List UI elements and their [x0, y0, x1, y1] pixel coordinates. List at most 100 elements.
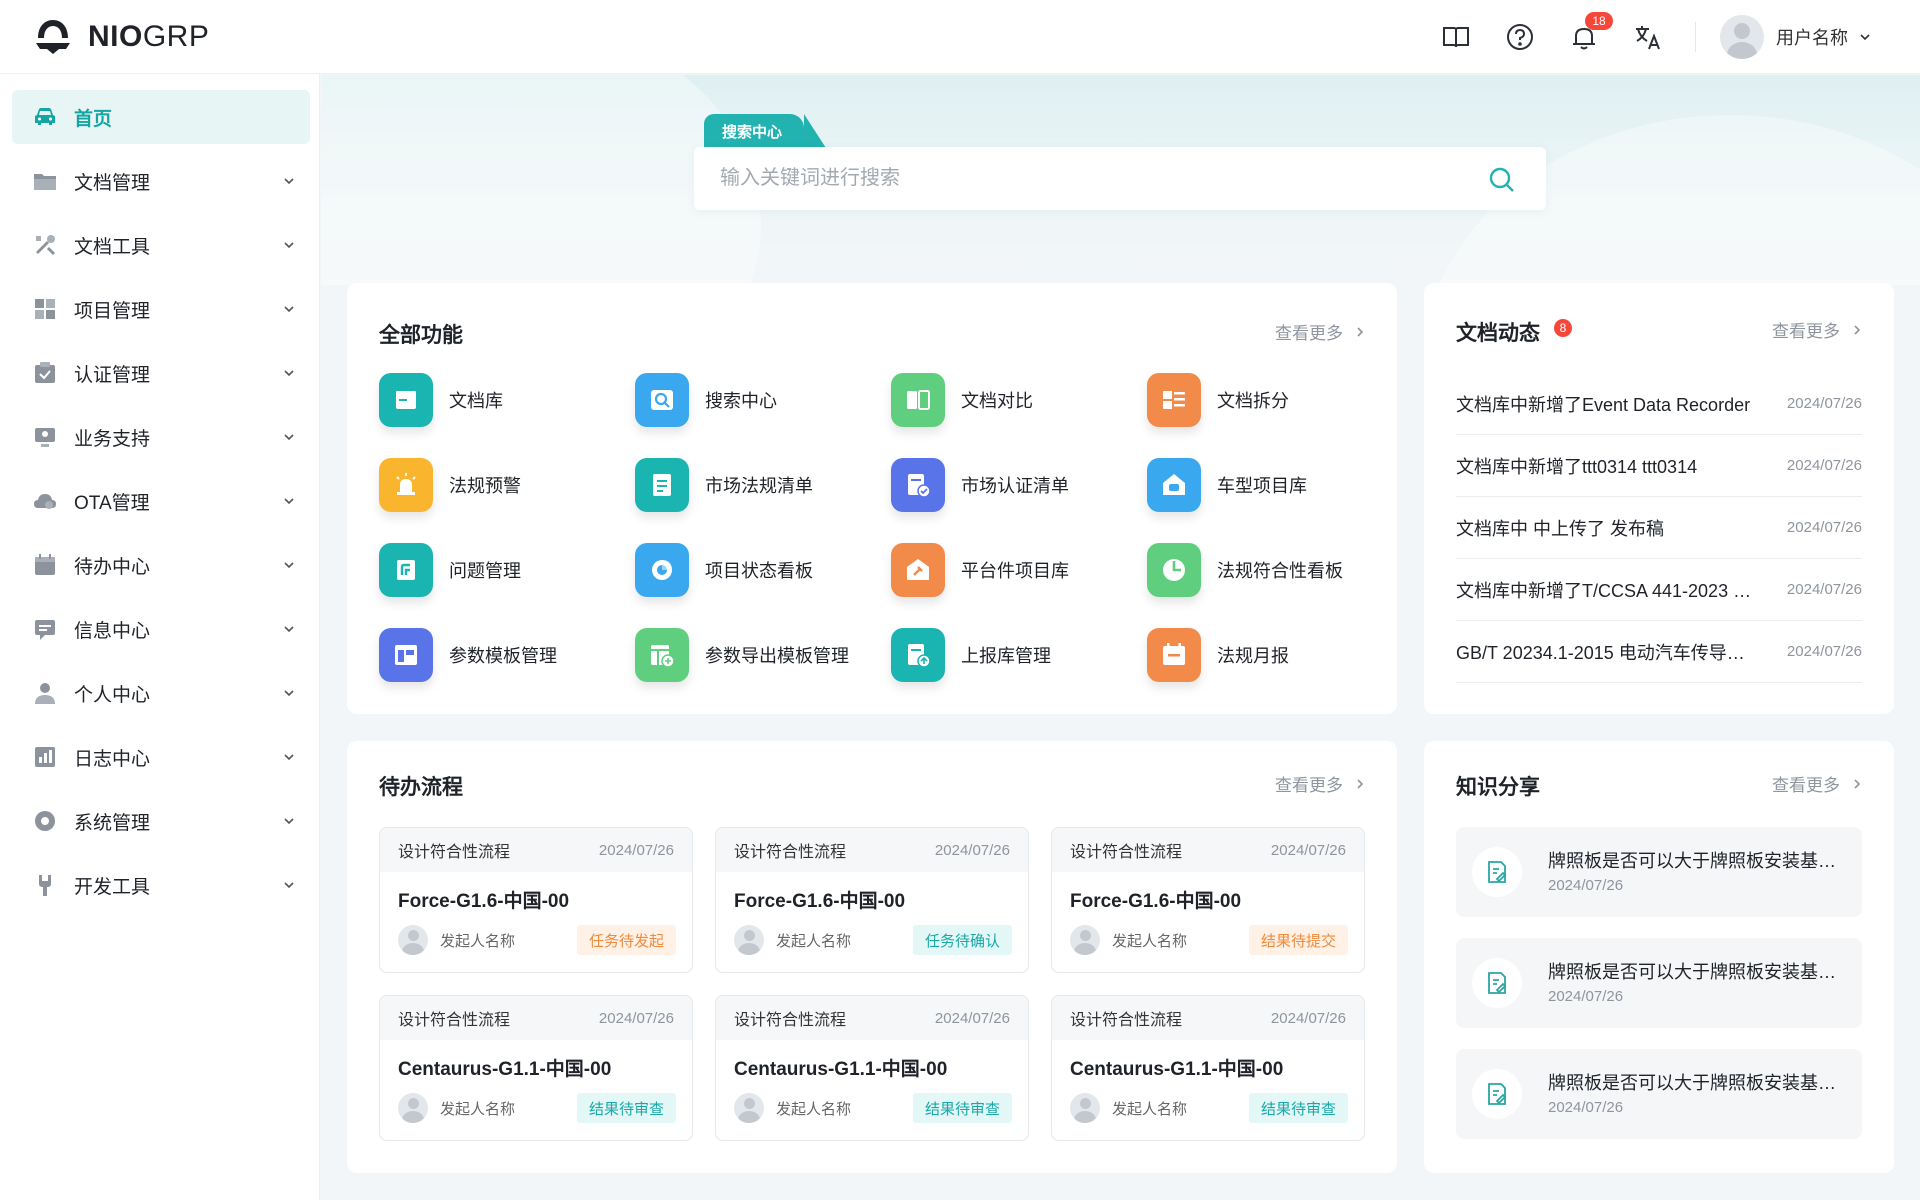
flow-name: Centaurus-G1.1-中国-00: [1070, 1059, 1284, 1080]
function-monthly-report[interactable]: 法规月报: [1147, 628, 1289, 682]
sidebar-item-todo-center[interactable]: 待办中心: [12, 538, 310, 592]
function-doc-library[interactable]: 文档库: [379, 373, 503, 427]
help-icon[interactable]: [1503, 20, 1537, 54]
doc-library-icon: [379, 373, 433, 427]
view-more-link[interactable]: 查看更多: [1772, 317, 1864, 342]
function-project-status[interactable]: 项目状态看板: [635, 543, 813, 597]
function-label: 参数导出模板管理: [705, 646, 849, 666]
sidebar-item-business-support[interactable]: 业务支持: [12, 410, 310, 464]
header-actions: 18 用户名称: [1409, 0, 1872, 74]
sidebar-item-log-center[interactable]: 日志中心: [12, 730, 310, 784]
sidebar-item-label: 认证管理: [74, 364, 151, 386]
search-icon[interactable]: [1488, 166, 1516, 194]
news-item[interactable]: 文档库中 中上传了 发布稿 2024/07/26: [1456, 497, 1862, 559]
brand-logo[interactable]: NIOGRP: [32, 16, 209, 58]
chevron-down-icon: [1860, 34, 1870, 41]
function-market-regulation-list[interactable]: 市场法规清单: [635, 458, 813, 512]
certificate-icon: [32, 360, 58, 386]
knowledge-item[interactable]: 牌照板是否可以大于牌照板安装基准面 2024/07/26: [1456, 938, 1862, 1028]
todo-card[interactable]: 设计符合性流程 2024/07/26 Centaurus-G1.1-中国-00 发起人…: [1051, 995, 1365, 1141]
flow-date: 2024/07/26: [598, 841, 674, 859]
sidebar-item-project-management[interactable]: 项目管理: [12, 282, 310, 336]
sidebar-item-label: OTA管理: [74, 492, 150, 514]
chevron-right-icon: [1357, 778, 1364, 789]
compliance-board-icon: [1147, 543, 1201, 597]
flow-type: 设计符合性流程: [398, 844, 511, 861]
sidebar-item-doc-tools[interactable]: 文档工具: [12, 218, 310, 272]
wrench-icon: [32, 872, 58, 898]
todo-card-footer: 发起人名称 结果待审查: [734, 1092, 1012, 1124]
function-label: 上报库管理: [961, 646, 1051, 666]
search-box: [694, 147, 1546, 210]
function-doc-compare[interactable]: 文档对比: [891, 373, 1033, 427]
function-report-library[interactable]: 上报库管理: [891, 628, 1051, 682]
todo-card-header: 设计符合性流程 2024/07/26: [716, 828, 1028, 872]
search-center-tab[interactable]: 搜索中心: [704, 114, 826, 148]
sidebar-item-system-management[interactable]: 系统管理: [12, 794, 310, 848]
news-item[interactable]: GB/T 20234.1-2015 电动汽车传导充电 2024/07/26: [1456, 621, 1862, 683]
todo-card-header: 设计符合性流程 2024/07/26: [1052, 996, 1364, 1040]
knowledge-item[interactable]: 牌照板是否可以大于牌照板安装基准面 2024/07/26: [1456, 1049, 1862, 1139]
flow-type: 设计符合性流程: [734, 844, 847, 861]
knowledge-item[interactable]: 牌照板是否可以大于牌照板安装基准面 2024/07/26: [1456, 827, 1862, 917]
todo-card-footer: 发起人名称 结果待审查: [398, 1092, 676, 1124]
news-item[interactable]: 文档库中新增了Event Data Recorder 2024/07/26: [1456, 373, 1862, 435]
function-param-template[interactable]: 参数模板管理: [379, 628, 557, 682]
function-doc-split[interactable]: 文档拆分: [1147, 373, 1289, 427]
todo-card-footer: 发起人名称 结果待审查: [1070, 1092, 1348, 1124]
function-label: 问题管理: [449, 561, 521, 581]
news-item[interactable]: 文档库中新增了ttt0314 ttt0314 2024/07/26: [1456, 435, 1862, 497]
news-item[interactable]: 文档库中新增了T/CCSA 441-2023 通信 2024/07/26: [1456, 559, 1862, 621]
tools-icon: [32, 232, 58, 258]
flow-type: 设计符合性流程: [1070, 844, 1183, 861]
sidebar-item-info-center[interactable]: 信息中心: [12, 602, 310, 656]
flow-name: Centaurus-G1.1-中国-00: [734, 1059, 948, 1080]
document-edit-icon: [1472, 958, 1522, 1008]
sidebar-item-ota[interactable]: OTA管理: [12, 474, 310, 528]
view-more-link[interactable]: 查看更多: [1275, 319, 1367, 344]
book-icon[interactable]: [1439, 20, 1473, 54]
car-icon: [32, 104, 58, 130]
function-market-cert-list[interactable]: 市场认证清单: [891, 458, 1069, 512]
sidebar-item-doc-management[interactable]: 文档管理: [12, 154, 310, 208]
sidebar-item-personal-center[interactable]: 个人中心: [12, 666, 310, 720]
view-more-link[interactable]: 查看更多: [1275, 771, 1367, 796]
sidebar-item-home[interactable]: 首页: [12, 90, 310, 144]
todo-card[interactable]: 设计符合性流程 2024/07/26 Force-G1.6-中国-00 发起人名称 结果…: [1051, 827, 1365, 973]
initiator-name: 发起人名称: [440, 1100, 516, 1118]
document-edit-icon: [1472, 1069, 1522, 1119]
function-vehicle-project[interactable]: 车型项目库: [1147, 458, 1307, 512]
todo-card[interactable]: 设计符合性流程 2024/07/26 Force-G1.6-中国-00 发起人名称 任务…: [715, 827, 1029, 973]
search-input[interactable]: [720, 147, 1480, 210]
sidebar-item-label: 文档管理: [74, 172, 151, 194]
chevron-down-icon: [284, 498, 294, 505]
sidebar-item-dev-tools[interactable]: 开发工具: [12, 858, 310, 912]
view-more-link[interactable]: 查看更多: [1772, 771, 1864, 796]
todo-card[interactable]: 设计符合性流程 2024/07/26 Centaurus-G1.1-中国-00 发起人…: [715, 995, 1029, 1141]
function-compliance-board[interactable]: 法规符合性看板: [1147, 543, 1343, 597]
avatar: [1070, 1093, 1100, 1123]
todo-card[interactable]: 设计符合性流程 2024/07/26 Force-G1.6-中国-00 发起人名称 任务…: [379, 827, 693, 973]
sidebar-item-label: 系统管理: [74, 812, 151, 834]
message-icon: [32, 616, 58, 642]
sidebar-item-label: 日志中心: [74, 748, 151, 770]
user-menu[interactable]: 用户名称: [1720, 15, 1872, 59]
param-export-template-icon: [635, 628, 689, 682]
sidebar-item-certification[interactable]: 认证管理: [12, 346, 310, 400]
function-search-center[interactable]: 搜索中心: [635, 373, 777, 427]
function-label: 车型项目库: [1217, 476, 1307, 496]
function-issue-management[interactable]: 问题管理: [379, 543, 521, 597]
translate-icon[interactable]: [1631, 20, 1665, 54]
market-regulation-list-icon: [635, 458, 689, 512]
function-param-export-template[interactable]: 参数导出模板管理: [635, 628, 849, 682]
nio-logo-icon: [36, 19, 70, 54]
todo-card-footer: 发起人名称 任务待发起: [398, 924, 676, 956]
function-regulation-alert[interactable]: 法规预警: [379, 458, 521, 512]
bell-icon[interactable]: 18: [1567, 12, 1613, 54]
function-platform-parts[interactable]: 平台件项目库: [891, 543, 1069, 597]
sidebar-item-label: 信息中心: [74, 620, 151, 642]
todo-card[interactable]: 设计符合性流程 2024/07/26 Centaurus-G1.1-中国-00 发起人…: [379, 995, 693, 1141]
support-monitor-icon: [32, 424, 58, 450]
avatar: [734, 1093, 764, 1123]
knowledge-card: 知识分享 查看更多 牌照板是否可以大于牌照板安装基准面 2024/07/26 牌…: [1424, 741, 1894, 1173]
